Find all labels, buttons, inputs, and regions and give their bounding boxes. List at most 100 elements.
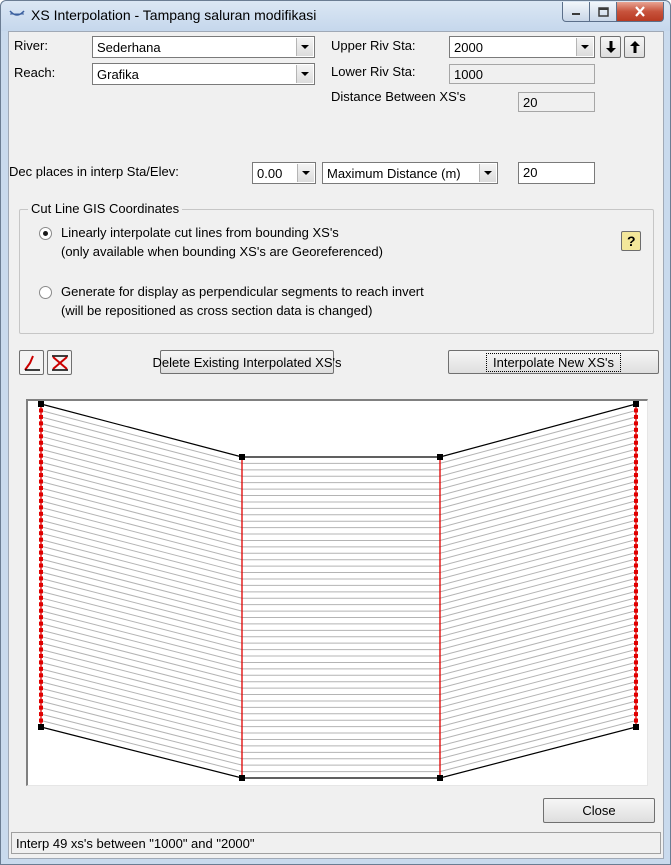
delete-cut-line-button[interactable] — [47, 350, 72, 375]
move-down-button[interactable] — [600, 36, 621, 58]
right-node-marker — [634, 615, 638, 620]
left-node-marker — [39, 557, 43, 562]
corner-node — [38, 401, 44, 407]
left-node-marker — [39, 699, 43, 704]
minimize-button[interactable] — [562, 2, 590, 22]
right-node-marker — [634, 453, 638, 458]
right-node-marker — [634, 492, 638, 497]
draw-cut-line-button[interactable] — [19, 350, 44, 375]
right-node-marker — [634, 550, 638, 555]
right-node-marker — [634, 666, 638, 671]
left-node-marker — [39, 615, 43, 620]
chevron-down-icon[interactable] — [576, 38, 593, 56]
left-node-marker — [39, 550, 43, 555]
left-node-marker — [39, 641, 43, 646]
distance-between-field: 20 — [518, 92, 595, 112]
right-node-marker — [634, 421, 638, 426]
chevron-down-icon[interactable] — [296, 65, 313, 83]
interpolated-xs-line — [40, 416, 637, 471]
right-node-marker — [634, 660, 638, 665]
left-node-marker — [39, 544, 43, 549]
left-node-marker — [39, 647, 43, 652]
reach-select[interactable]: Grafika — [92, 63, 315, 85]
chevron-down-icon[interactable] — [479, 164, 496, 182]
left-node-marker — [39, 498, 43, 503]
left-node-marker — [39, 602, 43, 607]
status-bar: Interp 49 xs's between "1000" and "2000" — [11, 832, 661, 854]
left-node-marker — [39, 421, 43, 426]
river-value: Sederhana — [97, 40, 161, 55]
reach-label: Reach: — [14, 65, 56, 80]
interpolate-new-button[interactable]: Interpolate New XS's — [448, 350, 659, 374]
right-node-marker — [634, 712, 638, 717]
right-node-marker — [634, 589, 638, 594]
upper-riv-sta-select[interactable]: 2000 — [449, 36, 595, 58]
interpolation-plot[interactable] — [26, 399, 648, 786]
max-distance-input[interactable]: 20 — [518, 162, 595, 184]
move-up-button[interactable] — [624, 36, 645, 58]
max-distance-select-value: Maximum Distance (m) — [327, 166, 461, 181]
interpolated-xs-line — [40, 409, 637, 464]
perpendicular-segments-radio[interactable] — [39, 286, 52, 299]
left-node-marker — [39, 673, 43, 678]
right-node-marker — [634, 582, 638, 587]
left-node-marker — [39, 653, 43, 658]
arrow-up-icon — [629, 41, 640, 53]
right-node-marker — [634, 544, 638, 549]
left-node-marker — [39, 518, 43, 523]
perpendicular-segments-label[interactable]: Generate for display as perpendicular se… — [61, 284, 424, 299]
cut-line-group-title: Cut Line GIS Coordinates — [28, 201, 183, 216]
corner-node — [437, 775, 443, 781]
left-node-marker — [39, 485, 43, 490]
maximize-button[interactable] — [590, 2, 617, 22]
lower-riv-sta-label: Lower Riv Sta: — [331, 64, 416, 79]
left-node-marker — [39, 718, 43, 723]
left-node-marker — [39, 589, 43, 594]
delete-interpolated-button[interactable]: Delete Existing Interpolated XS's — [153, 350, 341, 374]
right-node-marker — [634, 498, 638, 503]
max-distance-select[interactable]: Maximum Distance (m) — [322, 162, 498, 184]
right-node-marker — [634, 705, 638, 710]
right-node-marker — [634, 692, 638, 697]
right-node-marker — [634, 576, 638, 581]
left-node-marker — [39, 511, 43, 516]
reach-value: Grafika — [97, 67, 139, 82]
window-menu-icon[interactable] — [9, 9, 25, 21]
delete-interpolated-label: Delete Existing Interpolated XS's — [152, 354, 342, 370]
close-window-button[interactable] — [617, 2, 664, 22]
right-node-marker — [634, 557, 638, 562]
right-node-marker — [634, 699, 638, 704]
chevron-down-icon[interactable] — [297, 164, 314, 182]
right-node-marker — [634, 479, 638, 484]
river-select[interactable]: Sederhana — [92, 36, 315, 58]
right-node-marker — [634, 466, 638, 471]
right-node-marker — [634, 686, 638, 691]
window-title: XS Interpolation - Tampang saluran modif… — [31, 7, 317, 23]
dialog-body: River: Sederhana Reach: Grafika Upper Ri… — [8, 31, 664, 859]
chevron-down-icon[interactable] — [296, 38, 313, 56]
right-node-marker — [634, 531, 638, 536]
right-node-marker — [634, 524, 638, 529]
right-node-marker — [634, 537, 638, 542]
plan-view-canvas — [38, 401, 639, 781]
help-button[interactable]: ? — [621, 231, 641, 251]
left-node-marker — [39, 460, 43, 465]
right-node-marker — [634, 569, 638, 574]
corner-node — [633, 724, 639, 730]
right-node-marker — [634, 634, 638, 639]
linear-interpolate-radio[interactable] — [39, 227, 52, 240]
title-bar[interactable]: XS Interpolation - Tampang saluran modif… — [1, 1, 670, 31]
right-node-marker — [634, 673, 638, 678]
corner-node — [633, 401, 639, 407]
dec-places-select[interactable]: 0.00 — [252, 162, 316, 184]
right-node-marker — [634, 653, 638, 658]
right-node-marker — [634, 434, 638, 439]
left-node-marker — [39, 427, 43, 432]
close-button[interactable]: Close — [543, 798, 655, 823]
left-node-marker — [39, 479, 43, 484]
left-node-marker — [39, 447, 43, 452]
left-node-marker — [39, 686, 43, 691]
distance-between-label: Distance Between XS's — [331, 89, 466, 104]
linear-interpolate-label[interactable]: Linearly interpolate cut lines from boun… — [61, 225, 339, 240]
right-node-marker — [634, 647, 638, 652]
